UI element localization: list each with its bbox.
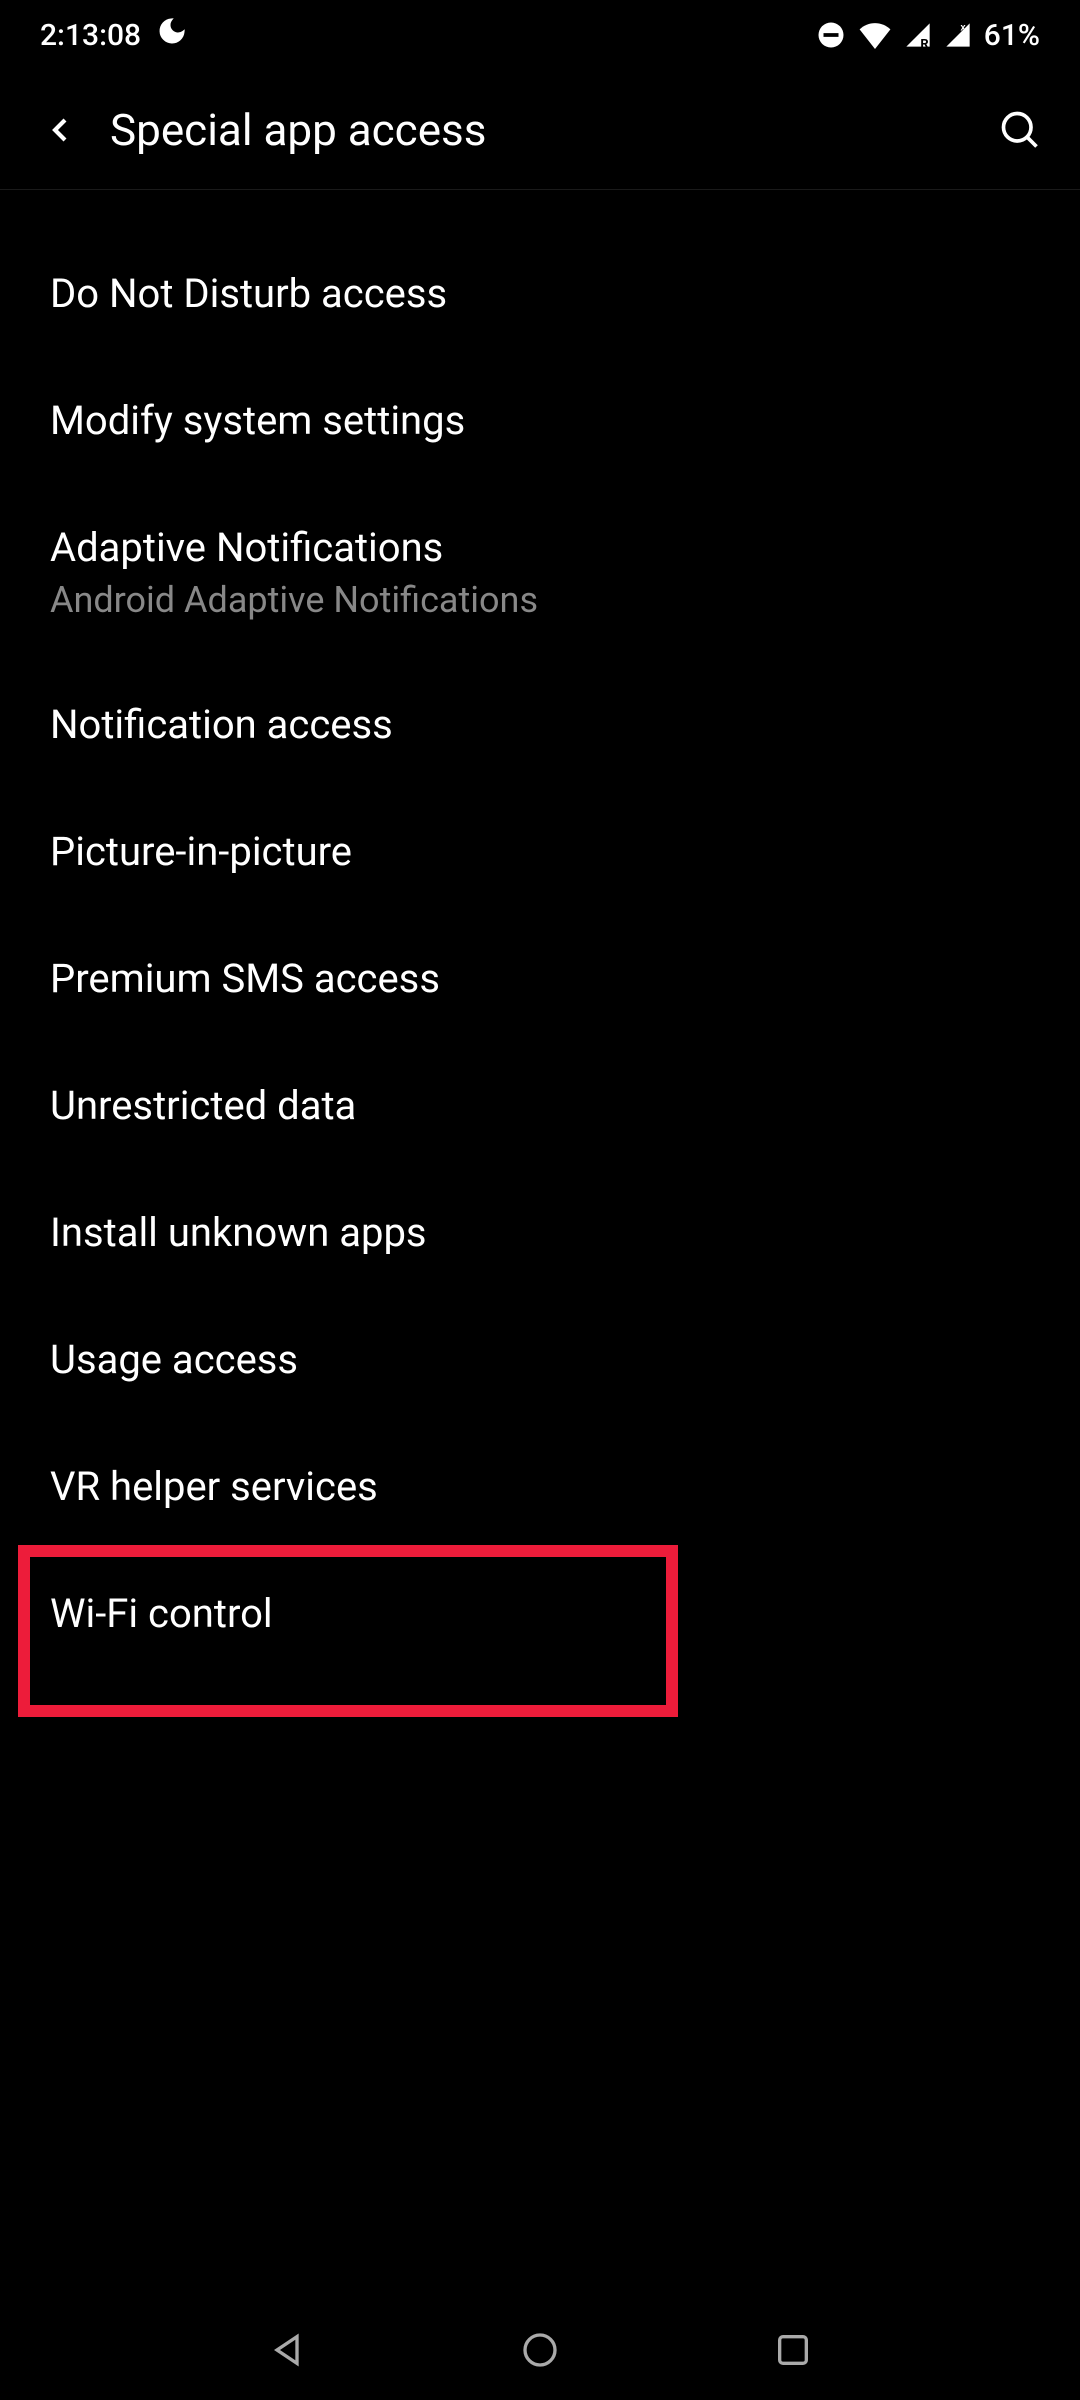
list-item-notification-access[interactable]: Notification access xyxy=(0,661,1080,788)
page-title: Special app access xyxy=(110,104,990,156)
list-item-modify-system[interactable]: Modify system settings xyxy=(0,357,1080,484)
settings-list: Do Not Disturb access Modify system sett… xyxy=(0,190,1080,1677)
search-button[interactable] xyxy=(990,100,1050,160)
item-title: Unrestricted data xyxy=(50,1082,1030,1129)
list-item-premium-sms[interactable]: Premium SMS access xyxy=(0,915,1080,1042)
nav-recent-button[interactable] xyxy=(763,2320,823,2380)
list-item-picture-in-picture[interactable]: Picture-in-picture xyxy=(0,788,1080,915)
item-title: Wi-Fi control xyxy=(50,1590,1030,1637)
navigation-bar xyxy=(0,2300,1080,2400)
status-left: 2:13:08 xyxy=(40,16,187,54)
signal-icon-2: x xyxy=(944,21,972,49)
list-item-unrestricted-data[interactable]: Unrestricted data xyxy=(0,1042,1080,1169)
signal-icon-1: R xyxy=(904,21,932,49)
status-time: 2:13:08 xyxy=(40,18,141,53)
item-title: Install unknown apps xyxy=(50,1209,1030,1256)
svg-text:x: x xyxy=(960,21,966,33)
status-bar: 2:13:08 R x xyxy=(0,0,1080,70)
list-item-install-unknown-apps[interactable]: Install unknown apps xyxy=(0,1169,1080,1296)
list-item-wifi-control[interactable]: Wi-Fi control xyxy=(0,1550,1080,1677)
item-title: VR helper services xyxy=(50,1463,1030,1510)
list-item-vr-helper[interactable]: VR helper services xyxy=(0,1423,1080,1550)
search-icon xyxy=(998,108,1042,152)
list-item-dnd-access[interactable]: Do Not Disturb access xyxy=(0,230,1080,357)
item-title: Notification access xyxy=(50,701,1030,748)
app-bar: Special app access xyxy=(0,70,1080,190)
dnd-icon xyxy=(816,20,846,50)
chevron-left-icon xyxy=(40,110,80,150)
item-title: Picture-in-picture xyxy=(50,828,1030,875)
svg-text:R: R xyxy=(920,37,928,49)
back-button[interactable] xyxy=(30,100,90,160)
item-title: Adaptive Notifications xyxy=(50,524,1030,571)
list-item-usage-access[interactable]: Usage access xyxy=(0,1296,1080,1423)
item-title: Premium SMS access xyxy=(50,955,1030,1002)
nav-home-icon xyxy=(520,2330,560,2370)
battery-text: 61% xyxy=(984,18,1040,53)
wifi-icon xyxy=(858,21,892,49)
item-title: Modify system settings xyxy=(50,397,1030,444)
nav-home-button[interactable] xyxy=(510,2320,570,2380)
dnd-moon-icon xyxy=(157,16,187,54)
item-title: Do Not Disturb access xyxy=(50,270,1030,317)
item-title: Usage access xyxy=(50,1336,1030,1383)
list-item-adaptive-notifications[interactable]: Adaptive Notifications Android Adaptive … xyxy=(0,484,1080,661)
nav-back-button[interactable] xyxy=(257,2320,317,2380)
nav-back-icon xyxy=(267,2330,307,2370)
status-right: R x 61% xyxy=(816,18,1040,53)
item-subtitle: Android Adaptive Notifications xyxy=(50,579,1030,621)
nav-recent-icon xyxy=(773,2330,813,2370)
